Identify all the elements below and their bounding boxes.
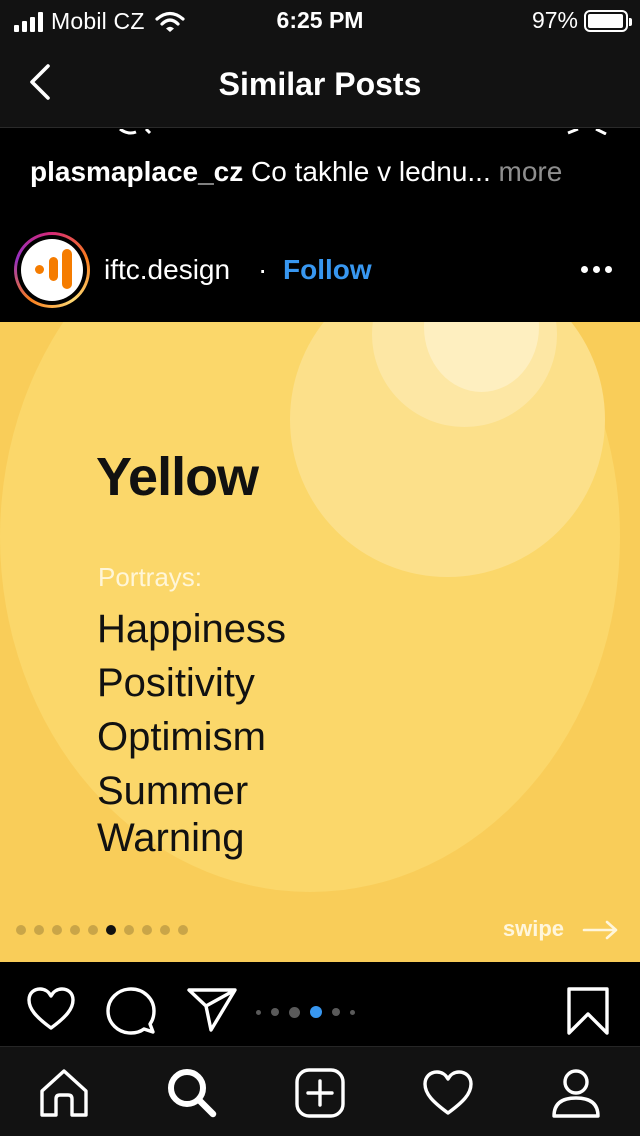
comment-icon[interactable]: [106, 986, 156, 1036]
slide-dot: [70, 925, 80, 935]
avatar[interactable]: [14, 232, 90, 308]
previous-post-caption: plasmaplace_cz Co takhle v lednu... more: [30, 156, 562, 188]
add-post-icon[interactable]: [294, 1067, 346, 1119]
slide-progress-dots: [16, 925, 188, 935]
caption-username[interactable]: plasmaplace_cz: [30, 156, 243, 187]
follow-button[interactable]: Follow: [283, 254, 372, 286]
post-username[interactable]: iftc.design: [104, 254, 230, 286]
bookmark-icon[interactable]: [566, 986, 610, 1036]
home-icon[interactable]: [38, 1067, 90, 1119]
slide-dot: [124, 925, 134, 935]
image-list-item: Warning: [97, 816, 245, 860]
post-actions: [0, 962, 640, 1046]
slide-dot: [142, 925, 152, 935]
avatar-border: [17, 235, 87, 305]
status-bar: Mobil CZ 6:25 PM 97%: [0, 0, 640, 40]
battery-tip: [629, 17, 632, 26]
carousel-dot: [332, 1008, 340, 1016]
image-list-item: Optimism: [97, 715, 266, 759]
carousel-dot: [289, 1006, 300, 1018]
carousel-dot: [271, 1008, 279, 1016]
profile-icon[interactable]: [550, 1067, 602, 1119]
battery-percent: 97%: [531, 7, 578, 33]
activity-heart-icon[interactable]: [422, 1067, 474, 1119]
slide-dot: [160, 925, 170, 935]
logo-bar-tall: [62, 249, 72, 289]
more-dot: [593, 266, 600, 273]
more-dot: [605, 266, 612, 273]
logo-bar-short: [49, 257, 58, 281]
carousel-dot: [350, 1009, 355, 1015]
caption-more-link[interactable]: more: [499, 156, 563, 187]
arrow-right-icon: [582, 920, 618, 940]
image-title: Yellow: [96, 447, 259, 507]
image-list-item: Summer: [97, 769, 249, 813]
carousel-indicator: [256, 1006, 355, 1018]
page-title: Similar Posts: [218, 66, 422, 102]
more-options-icon[interactable]: [581, 266, 612, 273]
post-image[interactable]: Yellow Portrays: Happiness Positivity Op…: [0, 322, 640, 962]
slide-dot: [16, 925, 26, 935]
post-header: iftc.design · Follow: [0, 228, 640, 322]
tab-bar: [0, 1046, 640, 1136]
carousel-dot: [256, 1009, 261, 1015]
image-subtitle: Portrays:: [98, 562, 203, 592]
iftc-logo: [21, 239, 83, 301]
share-icon[interactable]: [186, 986, 238, 1032]
slide-dot: [34, 925, 44, 935]
battery-fill: [588, 13, 623, 28]
heart-icon[interactable]: [26, 986, 76, 1032]
more-dot: [581, 266, 588, 273]
slide-dot: [178, 925, 188, 935]
battery-icon: [584, 9, 632, 32]
image-list-item: Positivity: [97, 661, 255, 705]
image-list: Happiness Positivity Optimism Summer War…: [97, 602, 286, 858]
previous-post-actions-remnant: [119, 129, 607, 135]
carousel-dot: [310, 1006, 322, 1018]
caption-text: Co takhle v lednu...: [251, 156, 491, 187]
username-separator: ·: [258, 254, 268, 285]
nav-header: Similar Posts: [0, 40, 640, 128]
logo-dot: [35, 265, 44, 274]
status-right: 97%: [531, 7, 632, 34]
swipe-label: swipe: [502, 916, 564, 941]
slide-dot: [88, 925, 98, 935]
image-list-item: Happiness: [97, 607, 287, 651]
slide-dot: [106, 925, 116, 935]
search-icon[interactable]: [166, 1067, 218, 1119]
slide-dot: [52, 925, 62, 935]
